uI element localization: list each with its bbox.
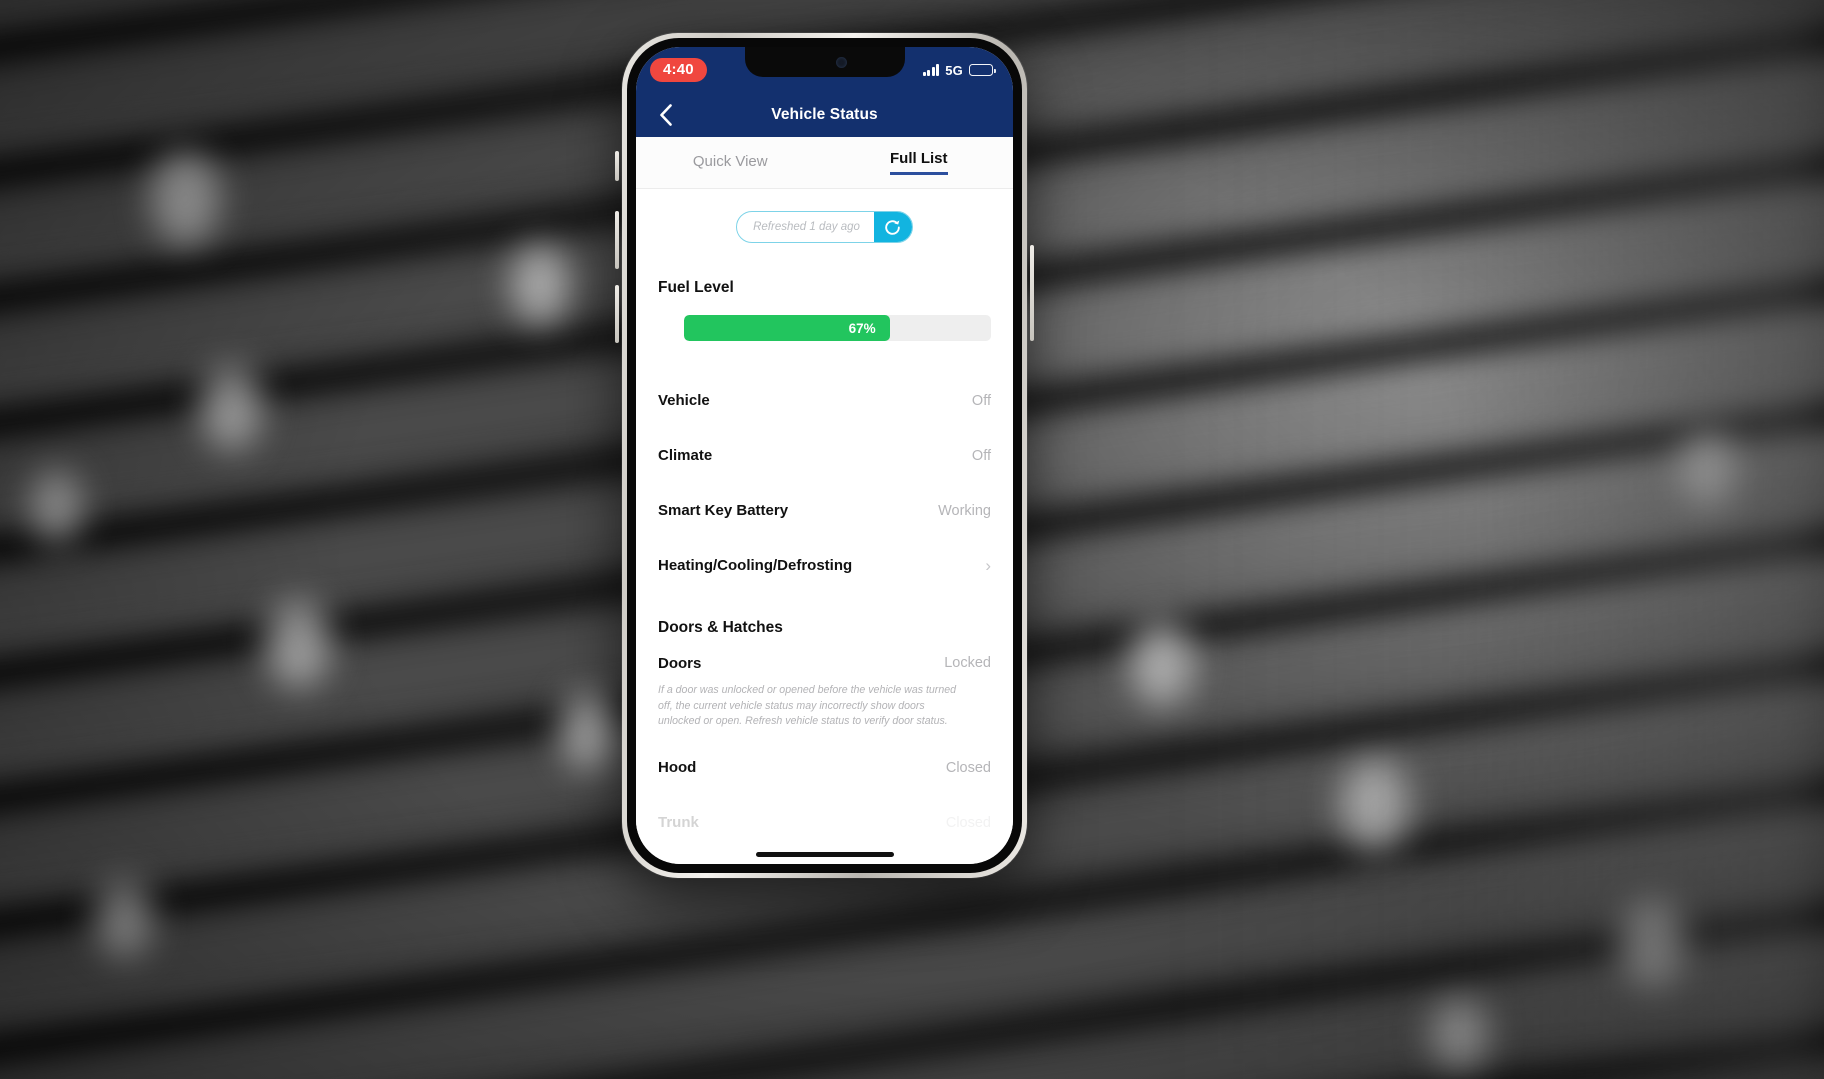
volume-up-button[interactable] (615, 211, 619, 269)
power-button[interactable] (1030, 245, 1034, 341)
phone-bezel: 4:40 5G Vehicle Status Quick View Full L… (627, 38, 1022, 873)
status-row-value: Working (938, 502, 991, 519)
fuel-level-percent-label: 67% (848, 320, 876, 336)
page-title: Vehicle Status (771, 106, 878, 123)
status-row-value: Locked (944, 655, 991, 671)
status-row-label: Climate (658, 447, 713, 464)
status-row-climate[interactable]: Climate Off (658, 428, 991, 483)
doors-disclaimer-note: If a door was unlocked or opened before … (658, 684, 956, 728)
status-row-value: Closed (945, 814, 991, 831)
tab-quick-view[interactable]: Quick View (636, 137, 825, 188)
navigation-bar: Vehicle Status (636, 93, 1013, 137)
status-row-vehicle[interactable]: Vehicle Off (658, 373, 991, 428)
chevron-left-icon (659, 104, 672, 126)
chevron-right-icon: › (985, 556, 991, 575)
status-row-heating-cooling-defrosting[interactable]: Heating/Cooling/Defrosting › (658, 538, 991, 593)
battery-icon (969, 64, 996, 76)
tab-quick-view-label: Quick View (692, 153, 768, 170)
volume-down-button[interactable] (615, 285, 619, 343)
status-bar-right-group: 5G (922, 62, 996, 78)
status-row-label: Heating/Cooling/Defrosting (658, 557, 853, 574)
silent-switch-button[interactable] (615, 151, 619, 181)
refresh-timestamp-label: Refreshed 1 day ago (753, 221, 860, 233)
phone-device: 4:40 5G Vehicle Status Quick View Full L… (615, 33, 1034, 878)
status-row-hood[interactable]: Hood Closed (658, 740, 991, 795)
refresh-row: Refreshed 1 day ago (658, 189, 991, 251)
fuel-level-title: Fuel Level (658, 279, 734, 296)
status-row-label: Vehicle (658, 392, 710, 409)
status-row-smart-key-battery[interactable]: Smart Key Battery Working (658, 483, 991, 538)
status-row-doors-block[interactable]: Doors Locked If a door was unlocked or o… (658, 637, 991, 730)
doors-hatches-section-title: Doors & Hatches (658, 619, 783, 636)
recording-time-indicator: 4:40 (650, 58, 707, 82)
status-row-value: Off (971, 447, 991, 464)
tab-full-list-label: Full List (890, 150, 948, 175)
status-row-label: Trunk (658, 814, 699, 832)
fuel-level-progress-fill: 67% (684, 315, 890, 341)
status-row-label: Hood (658, 759, 697, 777)
network-type-label: 5G (945, 62, 963, 78)
status-row-label: Doors (658, 654, 702, 672)
status-list-scroll-area[interactable]: Refreshed 1 day ago Fuel Level 67% Vehic… (636, 189, 1013, 864)
fuel-level-progress-track: 67% (684, 315, 991, 341)
refresh-button[interactable] (873, 212, 912, 242)
signal-bars-icon (922, 64, 940, 76)
phone-notch (744, 47, 905, 77)
status-row-value: Closed (945, 759, 991, 776)
back-button[interactable] (652, 102, 678, 128)
tab-bar: Quick View Full List (636, 137, 1013, 189)
tab-full-list[interactable]: Full List (825, 137, 1014, 188)
home-indicator[interactable] (755, 852, 894, 857)
status-row-value: Off (971, 392, 991, 409)
status-row-partially-visible[interactable]: Trunk Closed (658, 795, 991, 850)
front-camera-icon (836, 56, 847, 68)
status-row-doors[interactable]: Doors Locked (658, 639, 991, 687)
status-row-label: Smart Key Battery (658, 502, 789, 519)
phone-screen: 4:40 5G Vehicle Status Quick View Full L… (636, 47, 1013, 864)
refresh-status-pill[interactable]: Refreshed 1 day ago (736, 211, 913, 243)
refresh-icon (885, 219, 901, 235)
